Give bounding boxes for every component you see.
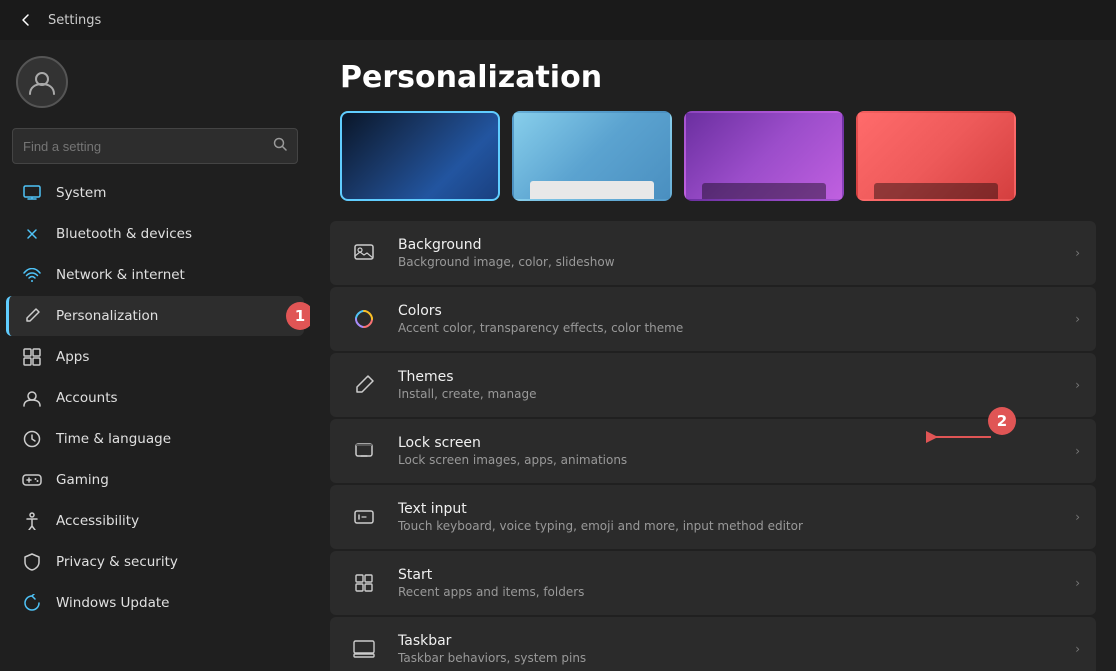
annotation-badge-1: 1 bbox=[286, 302, 310, 330]
sidebar-item-privacy[interactable]: Privacy & security bbox=[6, 542, 304, 582]
thumb-4-taskbar bbox=[874, 183, 999, 199]
title-bar: Settings bbox=[0, 0, 1116, 40]
sidebar-item-update[interactable]: Windows Update bbox=[6, 583, 304, 623]
sidebar-item-label-system: System bbox=[56, 185, 106, 201]
background-chevron: › bbox=[1075, 246, 1080, 260]
sidebar-item-label-update: Windows Update bbox=[56, 595, 169, 611]
colors-title: Colors bbox=[398, 303, 1059, 319]
sidebar-item-label-personalization: Personalization bbox=[56, 308, 158, 324]
taskbar-icon bbox=[346, 631, 382, 667]
textinput-text: Text input Touch keyboard, voice typing,… bbox=[398, 501, 1059, 533]
settings-item-themes[interactable]: Themes Install, create, manage › bbox=[330, 353, 1096, 417]
back-button[interactable] bbox=[12, 6, 40, 34]
search-box[interactable] bbox=[12, 128, 298, 164]
textinput-chevron: › bbox=[1075, 510, 1080, 524]
sidebar-item-network[interactable]: Network & internet bbox=[6, 255, 304, 295]
themes-icon bbox=[346, 367, 382, 403]
sidebar-item-gaming[interactable]: Gaming bbox=[6, 460, 304, 500]
background-icon bbox=[346, 235, 382, 271]
nav-list: System Bluetooth & devices bbox=[0, 172, 310, 624]
search-container bbox=[0, 124, 310, 172]
lockscreen-chevron: › bbox=[1075, 444, 1080, 458]
settings-item-taskbar[interactable]: Taskbar Taskbar behaviors, system pins › bbox=[330, 617, 1096, 671]
sidebar-item-label-time: Time & language bbox=[56, 431, 171, 447]
background-subtitle: Background image, color, slideshow bbox=[398, 255, 1059, 269]
settings-item-colors[interactable]: Colors Accent color, transparency effect… bbox=[330, 287, 1096, 351]
privacy-icon bbox=[22, 552, 42, 572]
sidebar-item-label-bluetooth: Bluetooth & devices bbox=[56, 226, 192, 242]
themes-chevron: › bbox=[1075, 378, 1080, 392]
lockscreen-text: Lock screen Lock screen images, apps, an… bbox=[398, 435, 1059, 467]
colors-text: Colors Accent color, transparency effect… bbox=[398, 303, 1059, 335]
settings-item-background[interactable]: Background Background image, color, slid… bbox=[330, 221, 1096, 285]
settings-item-start[interactable]: Start Recent apps and items, folders › bbox=[330, 551, 1096, 615]
apps-icon bbox=[22, 347, 42, 367]
sidebar-item-bluetooth[interactable]: Bluetooth & devices bbox=[6, 214, 304, 254]
theme-thumb-3[interactable] bbox=[684, 111, 844, 201]
sidebar-item-label-network: Network & internet bbox=[56, 267, 185, 283]
themes-title: Themes bbox=[398, 369, 1059, 385]
sidebar-item-time[interactable]: Time & language bbox=[6, 419, 304, 459]
search-input[interactable] bbox=[23, 139, 265, 154]
avatar bbox=[16, 56, 68, 108]
textinput-title: Text input bbox=[398, 501, 1059, 517]
colors-chevron: › bbox=[1075, 312, 1080, 326]
user-profile[interactable] bbox=[0, 40, 310, 124]
gaming-icon bbox=[22, 470, 42, 490]
sidebar-item-accounts[interactable]: Accounts bbox=[6, 378, 304, 418]
sidebar-item-accessibility[interactable]: Accessibility bbox=[6, 501, 304, 541]
lockscreen-icon bbox=[346, 433, 382, 469]
update-icon bbox=[22, 593, 42, 613]
lockscreen-title: Lock screen bbox=[398, 435, 1059, 451]
start-icon bbox=[346, 565, 382, 601]
bluetooth-icon bbox=[22, 224, 42, 244]
accounts-icon bbox=[22, 388, 42, 408]
taskbar-subtitle: Taskbar behaviors, system pins bbox=[398, 651, 1059, 665]
personalization-icon bbox=[22, 306, 42, 326]
sidebar-item-label-apps: Apps bbox=[56, 349, 89, 365]
time-icon bbox=[22, 429, 42, 449]
sidebar-item-personalization[interactable]: Personalization 1 bbox=[6, 296, 304, 336]
page-title: Personalization bbox=[310, 40, 1116, 111]
start-subtitle: Recent apps and items, folders bbox=[398, 585, 1059, 599]
colors-icon bbox=[346, 301, 382, 337]
network-icon bbox=[22, 265, 42, 285]
themes-text: Themes Install, create, manage bbox=[398, 369, 1059, 401]
search-icon bbox=[273, 137, 287, 155]
app-title: Settings bbox=[48, 13, 101, 28]
colors-subtitle: Accent color, transparency effects, colo… bbox=[398, 321, 1059, 335]
main-layout: System Bluetooth & devices bbox=[0, 40, 1116, 671]
sidebar-item-label-privacy: Privacy & security bbox=[56, 554, 178, 570]
thumb-3-taskbar bbox=[702, 183, 827, 199]
start-chevron: › bbox=[1075, 576, 1080, 590]
start-text: Start Recent apps and items, folders bbox=[398, 567, 1059, 599]
system-icon bbox=[22, 183, 42, 203]
lockscreen-subtitle: Lock screen images, apps, animations bbox=[398, 453, 1059, 467]
start-title: Start bbox=[398, 567, 1059, 583]
background-text: Background Background image, color, slid… bbox=[398, 237, 1059, 269]
thumb-2-taskbar bbox=[530, 181, 655, 199]
content-area: Personalization bbox=[310, 40, 1116, 671]
sidebar-item-system[interactable]: System bbox=[6, 173, 304, 213]
sidebar-item-apps[interactable]: Apps bbox=[6, 337, 304, 377]
sidebar: System Bluetooth & devices bbox=[0, 40, 310, 671]
theme-preview-strip bbox=[310, 111, 1116, 221]
theme-thumb-2[interactable] bbox=[512, 111, 672, 201]
themes-subtitle: Install, create, manage bbox=[398, 387, 1059, 401]
sidebar-item-label-accounts: Accounts bbox=[56, 390, 118, 406]
taskbar-chevron: › bbox=[1075, 642, 1080, 656]
textinput-icon bbox=[346, 499, 382, 535]
settings-item-textinput[interactable]: Text input Touch keyboard, voice typing,… bbox=[330, 485, 1096, 549]
taskbar-text: Taskbar Taskbar behaviors, system pins bbox=[398, 633, 1059, 665]
accessibility-icon bbox=[22, 511, 42, 531]
sidebar-item-label-gaming: Gaming bbox=[56, 472, 109, 488]
sidebar-item-label-accessibility: Accessibility bbox=[56, 513, 139, 529]
settings-item-lockscreen[interactable]: Lock screen Lock screen images, apps, an… bbox=[330, 419, 1096, 483]
textinput-subtitle: Touch keyboard, voice typing, emoji and … bbox=[398, 519, 1059, 533]
theme-thumb-4[interactable] bbox=[856, 111, 1016, 201]
background-title: Background bbox=[398, 237, 1059, 253]
settings-list: Background Background image, color, slid… bbox=[310, 221, 1116, 671]
taskbar-title: Taskbar bbox=[398, 633, 1059, 649]
theme-thumb-1[interactable] bbox=[340, 111, 500, 201]
